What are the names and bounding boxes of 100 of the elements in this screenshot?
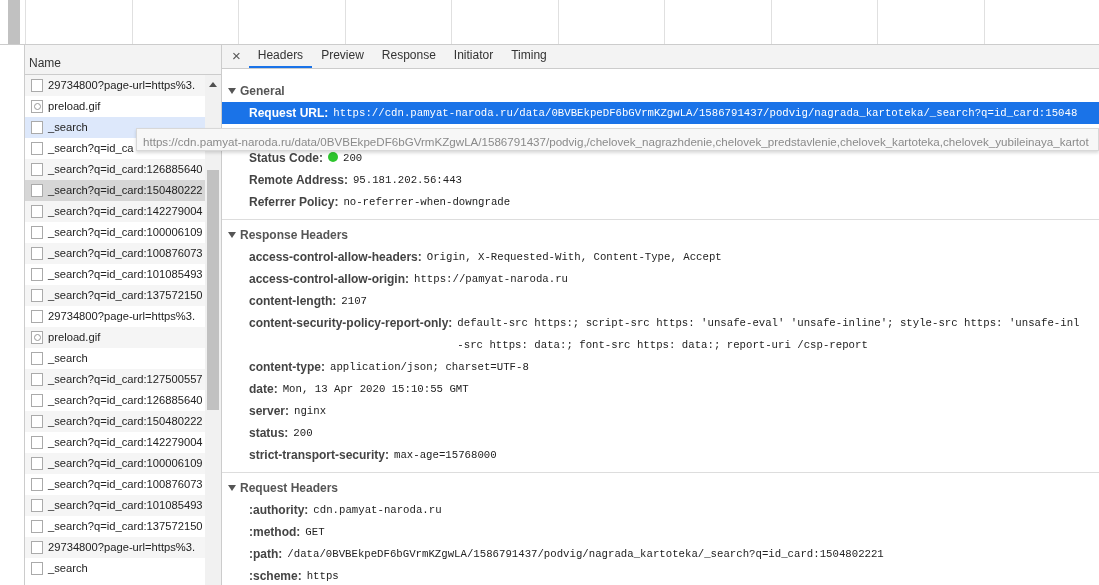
- request-name: preload.gif: [48, 330, 101, 346]
- header-name: status:: [249, 424, 289, 442]
- file-icon: [31, 478, 43, 491]
- request-name: 29734800?page-url=https%3.: [48, 309, 196, 325]
- header-name: server:: [249, 402, 290, 420]
- disclosure-triangle-icon: [228, 87, 236, 94]
- header-name: Remote Address:: [249, 171, 348, 189]
- file-icon: [31, 436, 43, 449]
- file-icon: [31, 205, 43, 218]
- header-name: access-control-allow-origin:: [249, 270, 410, 288]
- header-value: https: [306, 569, 339, 582]
- request-row[interactable]: _search: [25, 348, 206, 369]
- request-name: _search?q=id_card:142279004: [48, 435, 203, 451]
- header-name: Status Code:: [249, 149, 323, 167]
- tab[interactable]: Preview: [312, 45, 373, 68]
- request-row[interactable]: _search?q=id_card:100006109: [25, 222, 206, 243]
- file-icon: [31, 310, 43, 323]
- request-row[interactable]: _search?q=id_card:142279004: [25, 432, 206, 453]
- header-name: strict-transport-security:: [249, 446, 390, 464]
- header-value: GET: [305, 525, 325, 538]
- file-icon: [31, 373, 43, 386]
- request-row[interactable]: _search?q=id_card:126885640: [25, 390, 206, 411]
- disclosure-triangle-icon: [228, 484, 236, 491]
- request-row[interactable]: _search?q=id_card:150480222: [25, 180, 206, 201]
- request-name: _search?q=id_card:101085493: [48, 498, 203, 514]
- request-row[interactable]: _search?q=id_card:150480222: [25, 411, 206, 432]
- file-icon: [31, 226, 43, 239]
- file-icon: [31, 541, 43, 554]
- request-name: _search?q=id_card:100006109: [48, 456, 203, 472]
- header-value: Mon, 13 Apr 2020 15:10:55 GMT: [282, 382, 469, 395]
- request-name: _search?q=id_ca: [48, 141, 134, 157]
- request-row[interactable]: preload.gif: [25, 96, 206, 117]
- request-row[interactable]: _search?q=id_card:100876073: [25, 474, 206, 495]
- close-button[interactable]: ×: [222, 45, 249, 68]
- scroll-up-icon[interactable]: [209, 82, 218, 87]
- file-icon: [31, 457, 43, 470]
- header-name: Referrer Policy:: [249, 193, 339, 211]
- request-name: _search?q=id_card:101085493: [48, 267, 203, 283]
- header-value: 95.181.202.56:443: [352, 173, 462, 186]
- request-row[interactable]: _search?q=id_card:137572150: [25, 285, 206, 306]
- header-name: :scheme:: [249, 567, 302, 585]
- request-row[interactable]: _search?q=id_card:100876073: [25, 243, 206, 264]
- header-value: -src https: data:; font-src https: data:; report-uri /csp-report: [457, 338, 868, 351]
- request-row[interactable]: _search?q=id_card:142279004: [25, 201, 206, 222]
- header-value: no-referrer-when-downgrade: [343, 195, 511, 208]
- header-name: :path:: [249, 545, 283, 563]
- request-row[interactable]: _search?q=id_card:100006109: [25, 453, 206, 474]
- request-row[interactable]: 29734800?page-url=https%3.: [25, 75, 206, 96]
- image-file-icon: [31, 331, 43, 344]
- header-name: :authority:: [249, 501, 309, 519]
- request-row[interactable]: _search?q=id_card:101085493: [25, 495, 206, 516]
- header-value: 200: [343, 151, 363, 164]
- file-icon: [31, 415, 43, 428]
- file-icon: [31, 121, 43, 134]
- request-row[interactable]: 29734800?page-url=https%3.: [25, 306, 206, 327]
- request-name: 29734800?page-url=https%3.: [48, 540, 196, 556]
- section-header[interactable]: Response Headers: [222, 223, 1099, 246]
- request-row[interactable]: _search: [25, 558, 206, 579]
- scrollbar-thumb[interactable]: [8, 0, 20, 44]
- header-name: Request URL:: [249, 104, 329, 122]
- request-row[interactable]: 29734800?page-url=https%3.: [25, 537, 206, 558]
- request-name: preload.gif: [48, 99, 101, 115]
- request-name: _search?q=id_card:150480222: [48, 414, 203, 430]
- request-name: _search?q=id_card:100006109: [48, 225, 203, 241]
- request-name: _search?q=id_card:126885640: [48, 162, 203, 178]
- request-row[interactable]: _search?q=id_card:101085493: [25, 264, 206, 285]
- header-value: https://cdn.pamyat-naroda.ru/data/0BVBEkpeDF6bGVrmKZgwLA/1586791437/podvig/nagrada_kartoteka/_search?q=id_card:15048: [333, 106, 1078, 119]
- scrollbar-thumb[interactable]: [207, 170, 219, 410]
- header-value: default-src https:; script-src https: 'unsafe-eval' 'unsafe-inline'; style-src https: 'unsafe-inl: [457, 316, 1080, 329]
- request-row[interactable]: preload.gif: [25, 327, 206, 348]
- request-row[interactable]: _search?q=id_card:126885640: [25, 159, 206, 180]
- header-value: nginx: [294, 404, 327, 417]
- request-row[interactable]: _search?q=id_card:127500557: [25, 369, 206, 390]
- image-file-icon: [31, 100, 43, 113]
- request-name: _search: [48, 351, 88, 367]
- file-icon: [31, 562, 43, 575]
- tab[interactable]: Initiator: [444, 45, 503, 68]
- request-name: _search?q=id_card:100876073: [48, 246, 203, 262]
- tooltip: https://cdn.pamyat-naroda.ru/data/0BVBEkpeDF6bGVrmKZgwLA/1586791437/podvig,/chelovek_nagrazhdenie,chelovek_predstavlenie,chelovek_kartoteka,chelovek_yubileinaya_kartot: [136, 128, 1099, 151]
- file-icon: [31, 352, 43, 365]
- header-name: content-security-policy-report-only:: [249, 314, 453, 332]
- header-value: max-age=15768000: [394, 448, 497, 461]
- request-name: _search: [48, 561, 88, 577]
- request-name: _search?q=id_card:126885640: [48, 393, 203, 409]
- header-value: cdn.pamyat-naroda.ru: [313, 503, 442, 516]
- request-name: _search?q=id_card:100876073: [48, 477, 203, 493]
- header-value: Origin, X-Requested-With, Content-Type, Accept: [426, 250, 722, 263]
- request-name: 29734800?page-url=https%3.: [48, 78, 196, 94]
- file-icon: [31, 499, 43, 512]
- file-icon: [31, 520, 43, 533]
- request-row[interactable]: _search?q=id_card:137572150: [25, 516, 206, 537]
- section-header[interactable]: General: [222, 79, 1099, 102]
- tab[interactable]: Headers: [248, 45, 313, 68]
- header-name: date:: [249, 380, 278, 398]
- header-name: content-length:: [249, 292, 337, 310]
- tab[interactable]: Timing: [502, 45, 556, 68]
- tab[interactable]: Response: [372, 45, 445, 68]
- column-header[interactable]: Name: [25, 45, 221, 75]
- section-header[interactable]: Request Headers: [222, 476, 1099, 499]
- header-value: /data/0BVBEkpeDF6bGVrmKZgwLA/1586791437/podvig/nagrada_kartoteka/_search?q=id_card:1504802221: [287, 547, 884, 560]
